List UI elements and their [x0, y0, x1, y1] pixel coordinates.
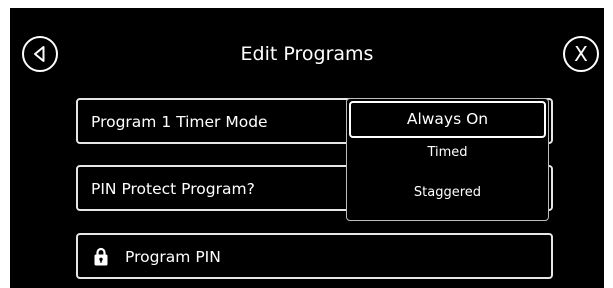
triangle-left-icon: [34, 46, 45, 62]
page-title: Edit Programs: [240, 43, 374, 65]
dropdown-option-always-on[interactable]: Always On: [349, 101, 546, 138]
lock-icon: [94, 247, 108, 266]
back-button[interactable]: [22, 36, 58, 72]
program-pin-row[interactable]: Program PIN: [76, 233, 553, 279]
timer-mode-dropdown: Always On Timed Staggered: [346, 98, 549, 221]
close-button[interactable]: X: [563, 36, 599, 72]
close-icon: X: [574, 42, 588, 66]
timer-mode-label: Program 1 Timer Mode: [91, 113, 268, 131]
program-pin-label: Program PIN: [125, 248, 221, 266]
device-screen: Edit Programs X Program 1 Timer Mode PIN…: [10, 8, 604, 288]
dropdown-option-timed[interactable]: Timed: [347, 144, 548, 162]
dropdown-option-staggered[interactable]: Staggered: [347, 184, 548, 202]
pin-protect-label: PIN Protect Program?: [91, 180, 255, 198]
